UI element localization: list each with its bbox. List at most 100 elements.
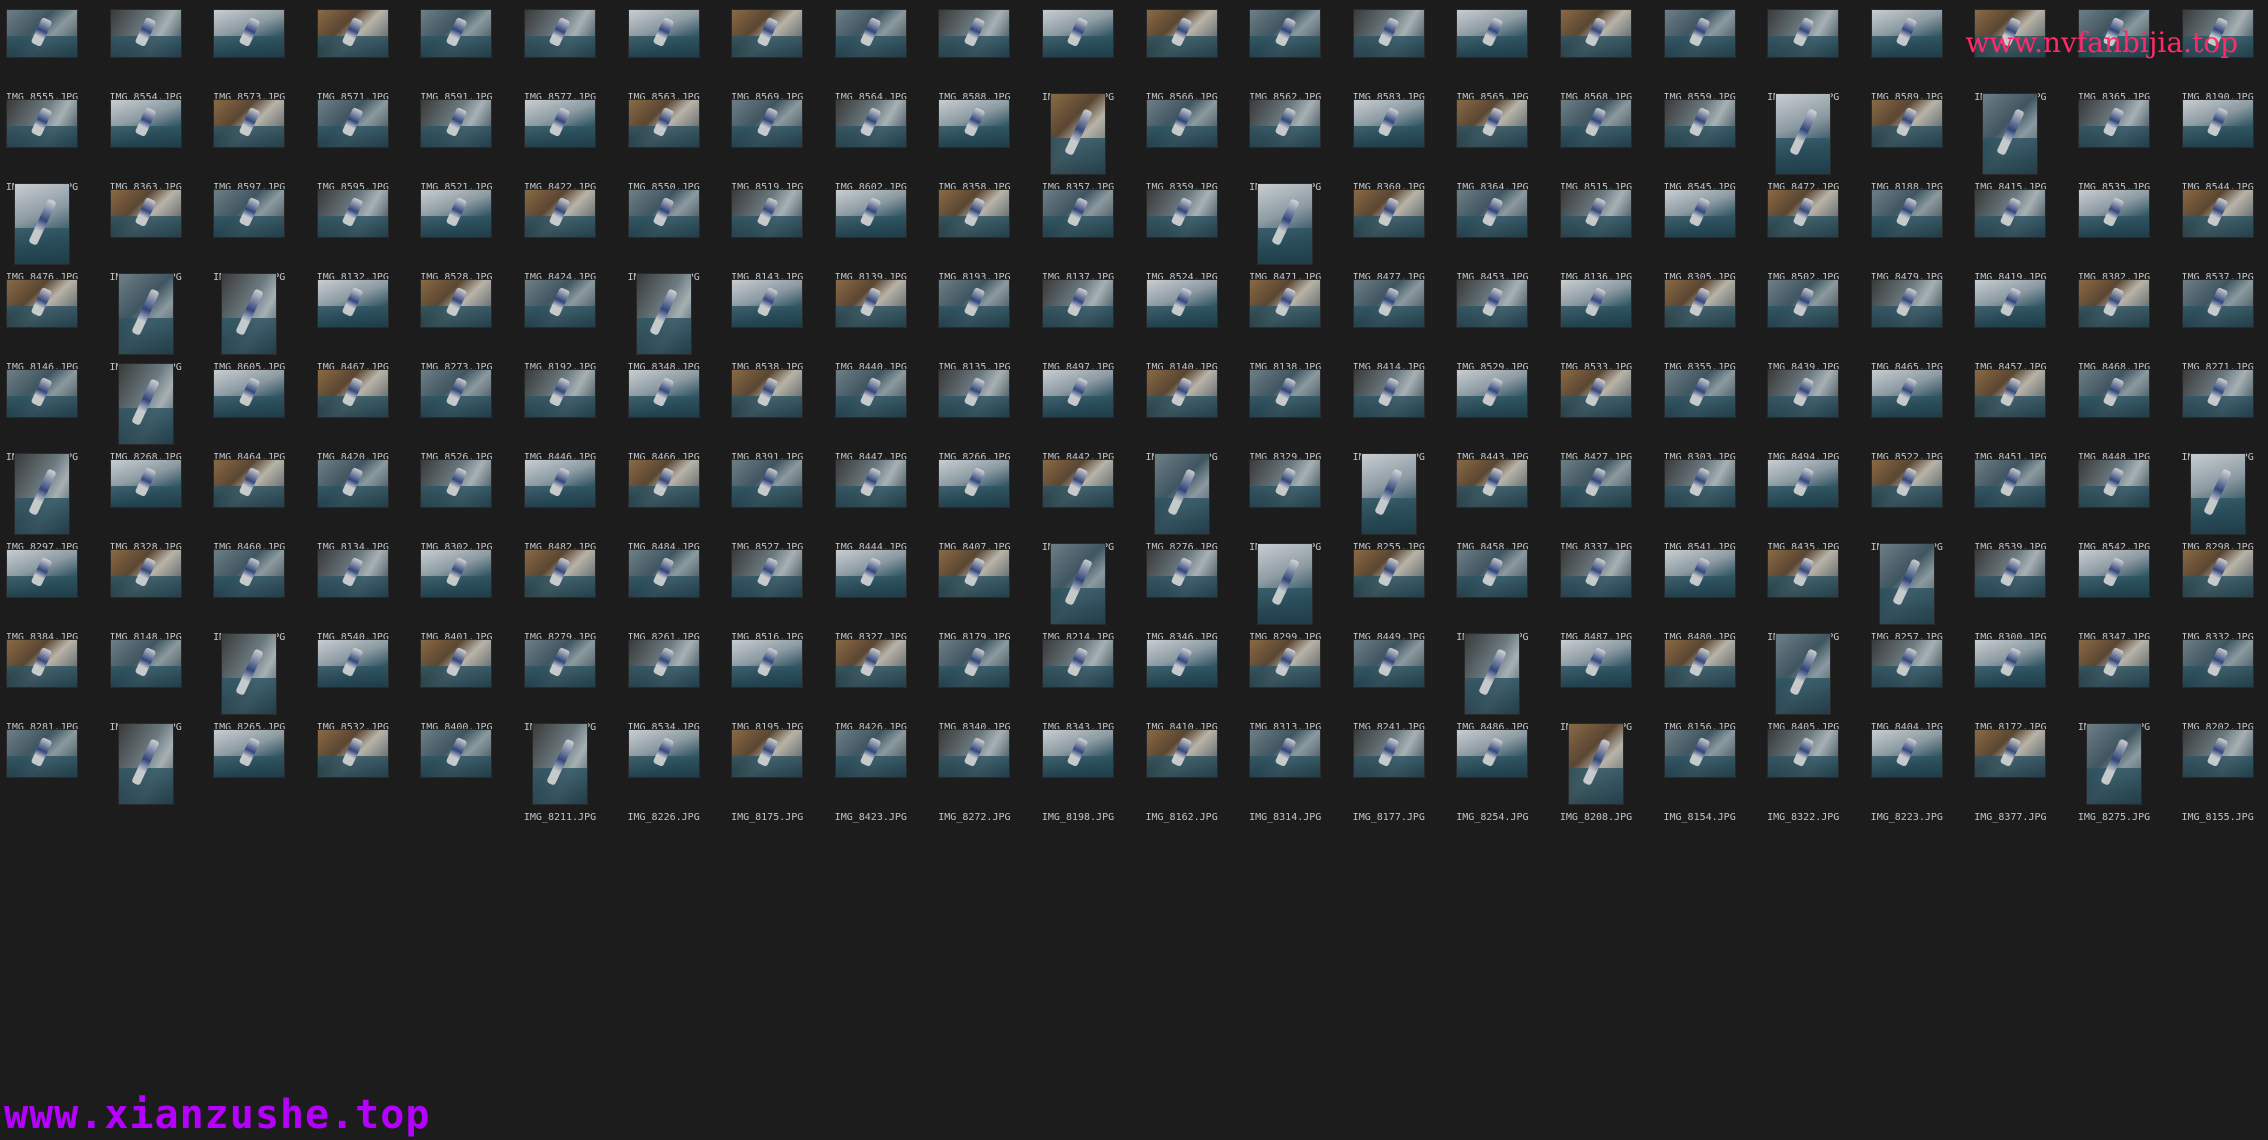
thumbnail-image[interactable] xyxy=(2079,280,2149,327)
thumbnail-image[interactable] xyxy=(1569,724,1623,804)
thumbnail-image[interactable] xyxy=(7,280,77,327)
thumbnail-image[interactable] xyxy=(2079,100,2149,147)
thumbnail-image[interactable] xyxy=(7,100,77,147)
thumbnail-image[interactable] xyxy=(1146,10,1217,57)
thumbnail-image[interactable] xyxy=(7,640,77,687)
thumbnail-image[interactable] xyxy=(317,730,388,777)
thumbnail-image[interactable] xyxy=(2087,724,2141,804)
thumbnail-image[interactable] xyxy=(636,274,691,354)
thumbnail-image[interactable] xyxy=(2182,370,2253,417)
thumbnail-image[interactable] xyxy=(1561,550,1631,597)
file-item[interactable] xyxy=(301,724,405,854)
thumbnail-image[interactable] xyxy=(317,190,388,237)
thumbnail-image[interactable] xyxy=(1768,370,1839,417)
thumbnail-image[interactable] xyxy=(939,370,1010,417)
thumbnail-image[interactable] xyxy=(1051,94,1105,174)
file-item[interactable]: IMG_8175.JPG xyxy=(715,724,819,854)
file-item[interactable]: IMG_8226.JPG xyxy=(612,724,716,854)
thumbnail-image[interactable] xyxy=(2182,190,2253,237)
thumbnail-image[interactable] xyxy=(533,724,587,804)
file-item[interactable]: IMG_8314.JPG xyxy=(1233,724,1337,854)
thumbnail-image[interactable] xyxy=(1776,94,1831,174)
thumbnail-image[interactable] xyxy=(222,634,277,714)
file-item[interactable]: IMG_8377.JPG xyxy=(1958,724,2062,854)
thumbnail-image[interactable] xyxy=(421,370,492,417)
thumbnail-image[interactable] xyxy=(2190,454,2245,534)
thumbnail-image[interactable] xyxy=(110,100,181,147)
thumbnail-image[interactable] xyxy=(1457,370,1528,417)
thumbnail-image[interactable] xyxy=(317,100,388,147)
thumbnail-image[interactable] xyxy=(1457,550,1528,597)
thumbnail-image[interactable] xyxy=(110,10,181,57)
file-item[interactable]: IMG_8154.JPG xyxy=(1648,724,1752,854)
thumbnail-image[interactable] xyxy=(421,190,492,237)
thumbnail-image[interactable] xyxy=(939,730,1010,777)
thumbnail-image[interactable] xyxy=(1871,100,1942,147)
thumbnail-image[interactable] xyxy=(835,190,906,237)
file-item[interactable]: IMG_8162.JPG xyxy=(1130,724,1234,854)
thumbnail-image[interactable] xyxy=(1561,190,1631,237)
thumbnail-image[interactable] xyxy=(835,370,906,417)
thumbnail-image[interactable] xyxy=(1051,544,1105,624)
thumbnail-image[interactable] xyxy=(1353,100,1424,147)
thumbnail-image[interactable] xyxy=(1664,730,1735,777)
thumbnail-image[interactable] xyxy=(1043,190,1113,237)
thumbnail-image[interactable] xyxy=(1561,10,1631,57)
thumbnail-image[interactable] xyxy=(2079,190,2149,237)
thumbnail-image[interactable] xyxy=(1768,190,1839,237)
thumbnail-image[interactable] xyxy=(835,550,906,597)
file-item[interactable]: IMG_8155.JPG xyxy=(2166,724,2268,854)
thumbnail-image[interactable] xyxy=(1561,460,1631,507)
thumbnail-image[interactable] xyxy=(2079,550,2149,597)
thumbnail-image[interactable] xyxy=(1879,544,1934,624)
thumbnail-image[interactable] xyxy=(317,640,388,687)
file-item[interactable] xyxy=(94,724,198,854)
file-item[interactable] xyxy=(404,724,508,854)
thumbnail-image[interactable] xyxy=(1250,10,1321,57)
thumbnail-image[interactable] xyxy=(7,370,77,417)
thumbnail-image[interactable] xyxy=(1457,10,1528,57)
thumbnail-image[interactable] xyxy=(1975,190,2046,237)
thumbnail-image[interactable] xyxy=(214,550,285,597)
thumbnail-image[interactable] xyxy=(2079,370,2149,417)
thumbnail-image[interactable] xyxy=(110,550,181,597)
thumbnail-image[interactable] xyxy=(1871,640,1942,687)
thumbnail-image[interactable] xyxy=(1664,460,1735,507)
thumbnail-image[interactable] xyxy=(1353,190,1424,237)
thumbnail-image[interactable] xyxy=(628,640,699,687)
thumbnail-image[interactable] xyxy=(525,190,595,237)
thumbnail-image[interactable] xyxy=(110,640,181,687)
thumbnail-image[interactable] xyxy=(1146,370,1217,417)
thumbnail-image[interactable] xyxy=(7,10,77,57)
thumbnail-image[interactable] xyxy=(1871,10,1942,57)
thumbnail-image[interactable] xyxy=(1457,190,1528,237)
thumbnail-image[interactable] xyxy=(421,640,492,687)
thumbnail-image[interactable] xyxy=(1146,730,1217,777)
thumbnail-image[interactable] xyxy=(1871,190,1942,237)
thumbnail-image[interactable] xyxy=(1043,640,1113,687)
thumbnail-image[interactable] xyxy=(2182,640,2253,687)
thumbnail-image[interactable] xyxy=(732,280,803,327)
thumbnail-image[interactable] xyxy=(1975,550,2046,597)
thumbnail-image[interactable] xyxy=(2079,640,2149,687)
thumbnail-image[interactable] xyxy=(1154,454,1209,534)
thumbnail-image[interactable] xyxy=(628,730,699,777)
file-item[interactable]: IMG_8423.JPG xyxy=(819,724,923,854)
thumbnail-image[interactable] xyxy=(1975,280,2046,327)
file-item[interactable]: IMG_8223.JPG xyxy=(1855,724,1959,854)
thumbnail-image[interactable] xyxy=(525,280,595,327)
thumbnail-image[interactable] xyxy=(1250,280,1321,327)
thumbnail-image[interactable] xyxy=(525,550,595,597)
thumbnail-image[interactable] xyxy=(1043,280,1113,327)
thumbnail-image[interactable] xyxy=(1457,730,1528,777)
thumbnail-image[interactable] xyxy=(1561,280,1631,327)
thumbnail-image[interactable] xyxy=(1975,730,2046,777)
file-item[interactable]: IMG_8322.JPG xyxy=(1751,724,1855,854)
thumbnail-image[interactable] xyxy=(1353,280,1424,327)
thumbnail-image[interactable] xyxy=(732,550,803,597)
thumbnail-image[interactable] xyxy=(1465,634,1520,714)
thumbnail-image[interactable] xyxy=(214,370,285,417)
thumbnail-image[interactable] xyxy=(1776,634,1831,714)
thumbnail-image[interactable] xyxy=(214,730,285,777)
thumbnail-image[interactable] xyxy=(1664,550,1735,597)
